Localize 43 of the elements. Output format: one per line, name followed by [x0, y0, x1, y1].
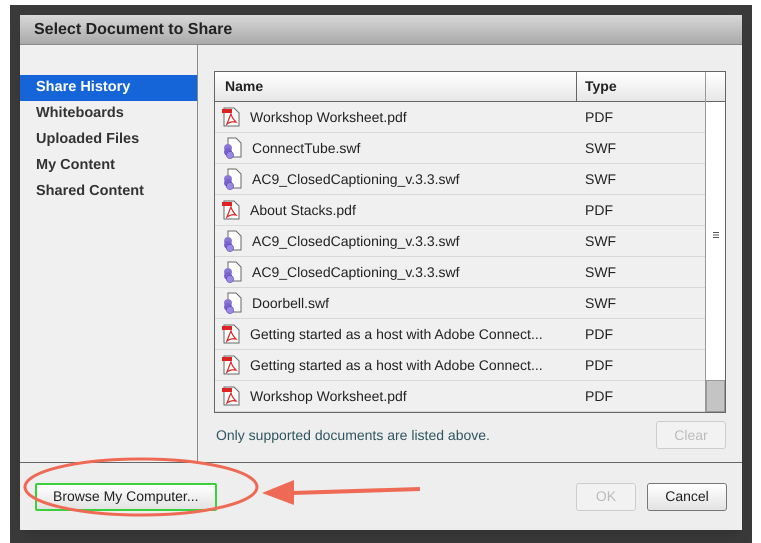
pdf-file-icon [222, 200, 240, 220]
swf-file-icon [222, 261, 242, 283]
pdf-file-icon [222, 324, 240, 344]
swf-file-icon [222, 292, 242, 314]
file-name: AC9_ClosedCaptioning_v.3.3.swf [252, 262, 460, 282]
file-name: AC9_ClosedCaptioning_v.3.3.swf [252, 232, 460, 251]
grip-icon [712, 232, 718, 238]
file-name: Workshop Worksheet.pdf [250, 386, 407, 406]
info-text: Only supported documents are listed above. [215, 426, 490, 445]
file-type: PDF [585, 386, 613, 406]
file-type: PDF [585, 324, 613, 344]
scrollbar-thumb[interactable] [706, 380, 725, 412]
file-type: SWF [585, 138, 616, 158]
file-type: SWF [585, 294, 616, 312]
swf-file-icon [222, 137, 242, 159]
pdf-file-icon [222, 107, 240, 127]
column-header[interactable]: Name [215, 72, 577, 101]
file-name: Doorbell.swf [252, 294, 330, 312]
column-header[interactable]: Type [577, 72, 705, 101]
file-name: Workshop Worksheet.pdf [250, 108, 407, 127]
sidebar-item[interactable]: Shared Content [20, 179, 197, 205]
file-type: SWF [585, 170, 616, 188]
file-name: Getting started as a host with Adobe Connect... [250, 356, 543, 375]
swf-file-icon [222, 230, 242, 252]
cancel-button[interactable]: Cancel [647, 482, 727, 510]
pdf-file-icon [222, 386, 240, 406]
file-type: PDF [585, 108, 613, 126]
file-type: PDF [585, 200, 613, 220]
file-name: ConnectTube.swf [252, 138, 360, 158]
window-title: Select Document to Share [34, 20, 232, 40]
sidebar-item[interactable]: Uploaded Files [20, 127, 197, 153]
file-name: Getting started as a host with Adobe Connect... [250, 324, 543, 344]
file-name: About Stacks.pdf [250, 200, 356, 220]
sidebar-item[interactable]: My Content [20, 153, 197, 179]
pdf-file-icon [222, 355, 240, 375]
file-name: AC9_ClosedCaptioning_v.3.3.swf [252, 170, 460, 189]
browse-button[interactable]: Browse My Computer... [35, 482, 216, 510]
swf-file-icon [222, 168, 242, 190]
sidebar-item[interactable]: Whiteboards [20, 101, 197, 127]
file-type: SWF [585, 262, 616, 282]
file-type: PDF [585, 356, 613, 374]
sidebar-item[interactable]: Share History [20, 75, 197, 101]
file-type: SWF [585, 232, 616, 250]
